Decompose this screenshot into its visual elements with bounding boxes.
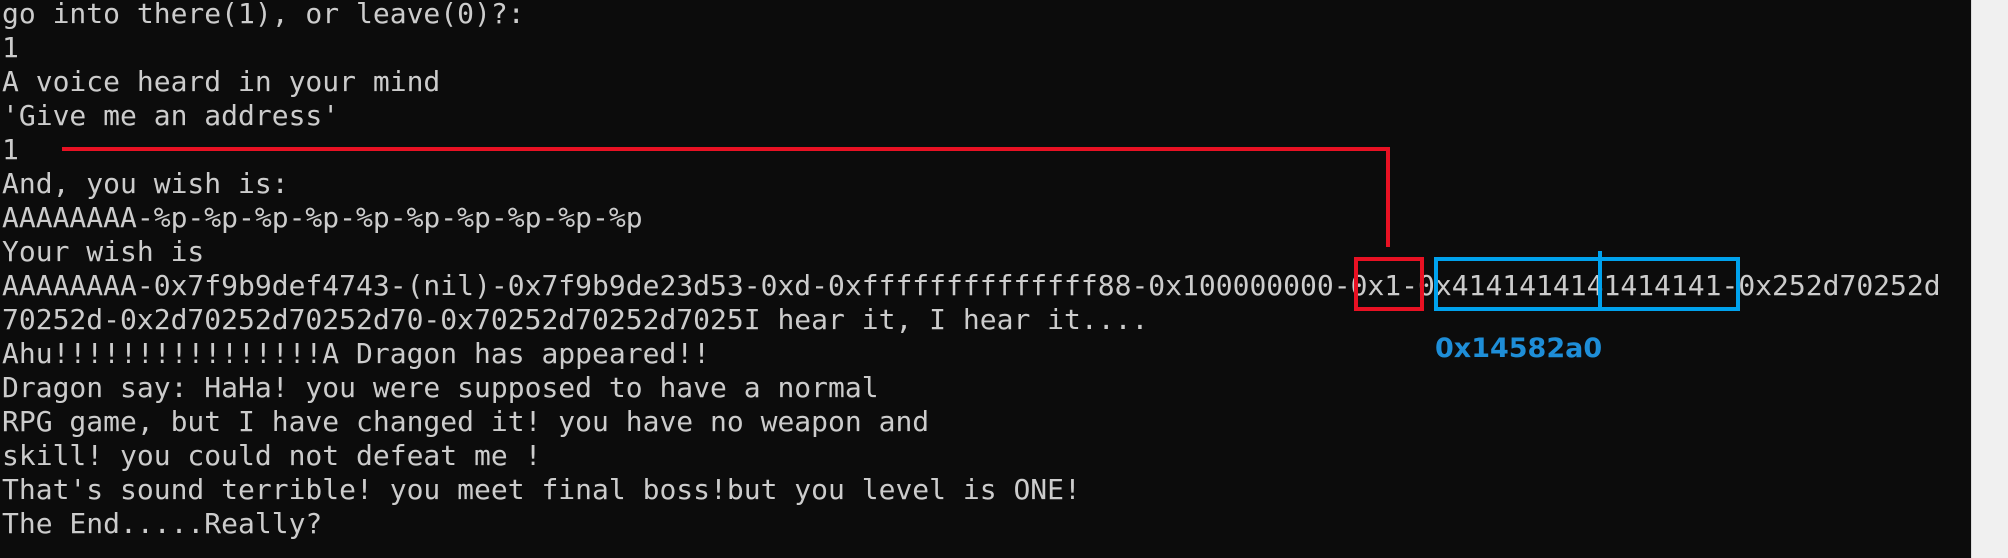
red-annotation-line-vertical <box>1386 147 1390 247</box>
terminal-line: The End.....Really? <box>2 507 323 540</box>
red-highlight-box <box>1354 257 1424 311</box>
blue-annotation-label: 0x14582a0 <box>1435 333 1603 364</box>
terminal-line: skill! you could not defeat me ! <box>2 439 542 472</box>
terminal-line: AAAAAAAA-%p-%p-%p-%p-%p-%p-%p-%p-%p-%p <box>2 201 643 234</box>
terminal-line: 'Give me an address' <box>2 99 340 132</box>
terminal-line: And, you wish is: <box>2 167 289 200</box>
blue-highlight-box-left <box>1434 257 1602 311</box>
terminal-output[interactable]: go into there(1), or leave(0)?: 1 A voic… <box>0 0 1971 558</box>
terminal-line: Your wish is <box>2 235 205 268</box>
terminal-line: 70252d-0x2d70252d70252d70-0x70252d70252d… <box>2 303 1149 336</box>
terminal-line: Ahu!!!!!!!!!!!!!!!!A Dragon has appeared… <box>2 337 711 370</box>
terminal-line: 1 <box>2 31 19 64</box>
terminal-line: go into there(1), or leave(0)?: <box>2 0 525 30</box>
red-annotation-line-horizontal <box>62 147 1390 151</box>
terminal-line: That's sound terrible! you meet final bo… <box>2 473 1081 506</box>
terminal-line: Dragon say: HaHa! you were supposed to h… <box>2 371 879 404</box>
blue-highlight-box-right <box>1598 257 1740 311</box>
terminal-line: 1 <box>2 133 19 166</box>
terminal-line: RPG game, but I have changed it! you hav… <box>2 405 930 438</box>
vertical-scrollbar[interactable] <box>1971 0 2008 558</box>
terminal-line: A voice heard in your mind <box>2 65 441 98</box>
